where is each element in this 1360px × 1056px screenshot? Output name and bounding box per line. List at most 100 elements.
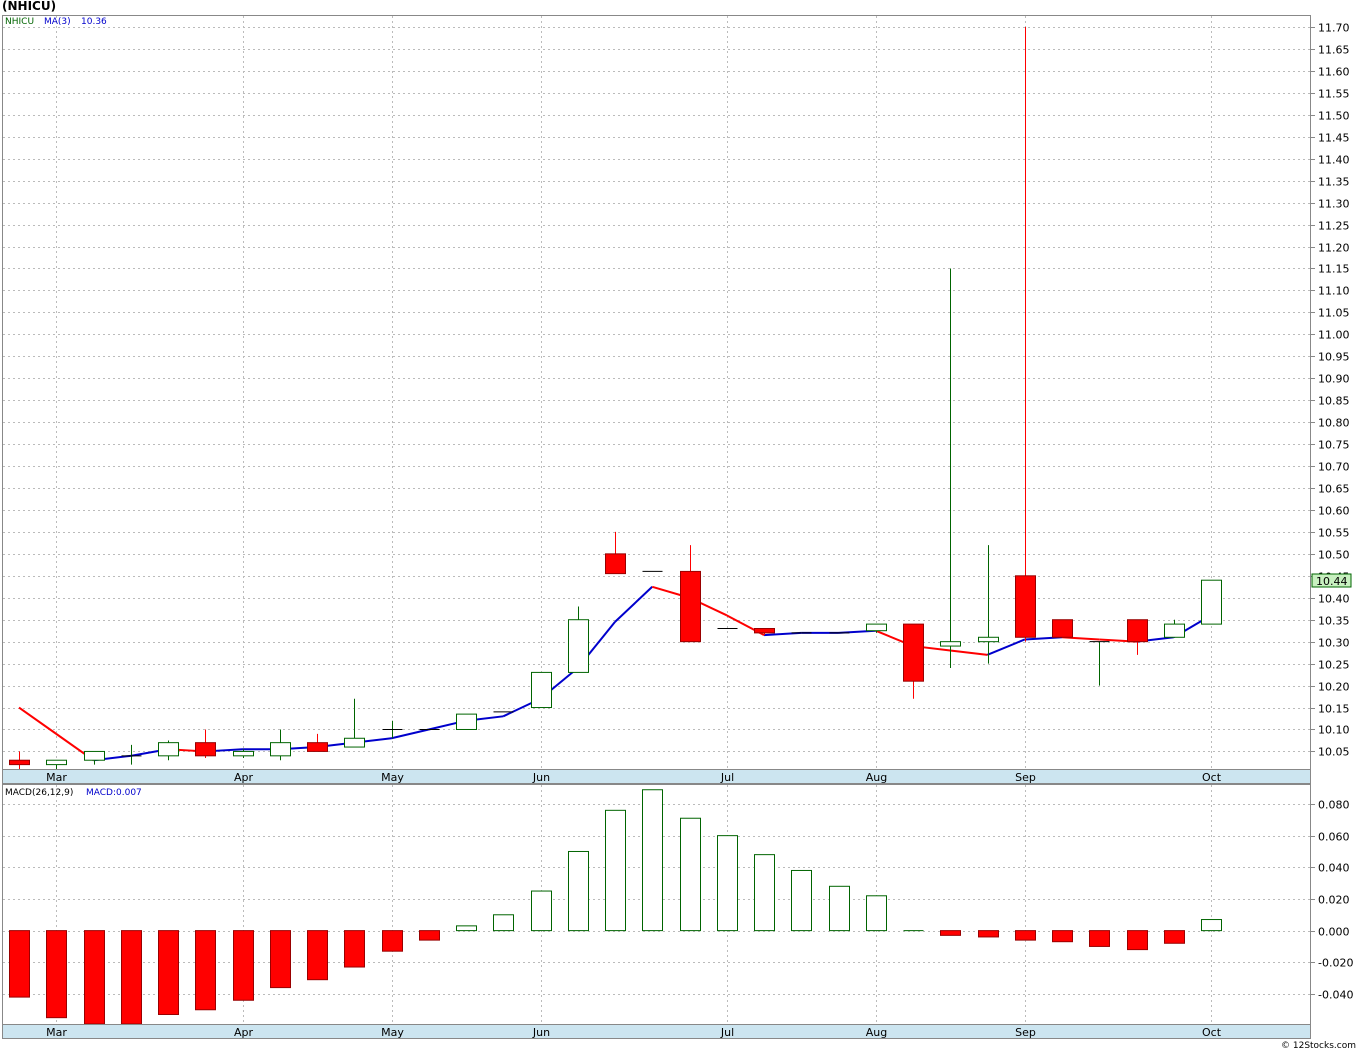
macd-legend-label: MACD(26,12,9) (5, 788, 73, 798)
candle-body (531, 671, 552, 709)
macd-y-tick-label: 0.000 (1318, 926, 1350, 939)
macd-bar-negative (121, 930, 142, 1024)
price-y-tick-label: 10.15 (1318, 703, 1350, 716)
price-y-tick-label: 10.75 (1318, 439, 1350, 452)
up-candle (456, 713, 477, 730)
price-y-tick-label: 11.50 (1318, 110, 1350, 123)
price-y-tick-label: 10.85 (1318, 395, 1350, 408)
macd-bar-negative (158, 930, 179, 1016)
macd-bar-positive (829, 885, 850, 932)
price-y-tick-label: 10.40 (1318, 593, 1350, 606)
price-y-tick-label: 10.55 (1318, 527, 1350, 540)
macd-bar-negative (1089, 930, 1110, 947)
candle-body (195, 742, 216, 757)
macd-bar-negative (270, 930, 291, 989)
candle-body (1127, 619, 1148, 643)
price-y-tick-label: 10.70 (1318, 461, 1350, 474)
price-y-tick-label: 10.35 (1318, 615, 1350, 628)
price-y-tick-label: 11.40 (1318, 154, 1350, 167)
candle-body (233, 750, 254, 757)
macd-y-tick-label: 0.040 (1318, 862, 1350, 875)
price-y-tick-label: 10.95 (1318, 351, 1350, 364)
macd-x-month-label: Sep (1015, 1026, 1036, 1039)
macd-bar-positive (717, 835, 738, 932)
candle-body (978, 636, 999, 643)
macd-y-tick-label: 0.020 (1318, 894, 1350, 907)
macd-x-month-label: Apr (234, 1026, 254, 1039)
price-panel-frame (2, 15, 1311, 770)
price-legend-symbol: NHICU (5, 17, 34, 27)
copyright-text: © 12Stocks.com (1281, 1041, 1356, 1051)
price-y-tick-label: 10.90 (1318, 373, 1350, 386)
macd-bar-negative (419, 930, 440, 941)
price-y-tick-label: 10.05 (1318, 746, 1350, 759)
candle-body (456, 713, 477, 730)
candle-body (866, 623, 887, 632)
price-x-month-label: Mar (46, 771, 67, 784)
price-y-tick-label: 11.35 (1318, 176, 1350, 189)
candle-body (84, 750, 105, 761)
candle-body (568, 619, 589, 673)
price-x-month-label: Jun (532, 771, 550, 784)
up-candle (531, 671, 552, 709)
price-y-tick-label: 10.20 (1318, 681, 1350, 694)
macd-bar-negative (344, 930, 365, 968)
candle-body (680, 570, 701, 643)
macd-bar-positive (754, 854, 775, 932)
macd-bar-negative (1052, 930, 1073, 943)
macd-y-tick-label: -0.040 (1318, 989, 1353, 1002)
candle-body (9, 759, 30, 766)
candle-body (605, 553, 626, 575)
price-legend-ma-value: 10.36 (81, 17, 107, 27)
macd-y-tick-label: 0.060 (1318, 831, 1350, 844)
price-y-tick-label: 10.50 (1318, 549, 1350, 562)
macd-x-month-label: Aug (866, 1026, 887, 1039)
price-y-tick-label: 11.45 (1318, 132, 1350, 145)
macd-x-month-label: Oct (1202, 1026, 1222, 1039)
price-y-axis: 10.05 10.10 10.15 10.20 10.25 10.30 10.35 10.40… (1310, 22, 1350, 759)
macd-bar-positive (680, 817, 701, 932)
price-y-tick-label: 11.10 (1318, 285, 1350, 298)
macd-bar-negative (233, 930, 254, 1001)
macd-y-tick-label: -0.020 (1318, 957, 1353, 970)
macd-bar-negative (307, 930, 328, 981)
macd-bar-positive (605, 809, 626, 932)
price-x-axis-band (2, 769, 1311, 784)
macd-bar-negative (1015, 930, 1036, 941)
macd-bar-positive (568, 850, 589, 932)
candle-body (1201, 579, 1222, 625)
macd-bar-negative (382, 930, 403, 952)
macd-x-axis-band (2, 1024, 1311, 1039)
candle-body (940, 641, 961, 647)
candle-body (1164, 623, 1185, 638)
price-y-tick-label: 11.00 (1318, 329, 1350, 342)
price-y-tick-label: 10.25 (1318, 659, 1350, 672)
macd-bar-positive (866, 895, 887, 932)
macd-x-month-label: Jun (532, 1026, 550, 1039)
candle-body (1015, 575, 1036, 638)
candle-body (270, 742, 291, 757)
price-x-month-label: Oct (1202, 771, 1222, 784)
price-y-tick-label: 11.65 (1318, 44, 1350, 57)
macd-bar-negative (1127, 930, 1148, 951)
price-y-tick-label: 11.70 (1318, 22, 1350, 35)
candle-body (754, 627, 775, 634)
macd-bar-negative (195, 930, 216, 1011)
price-y-tick-label: 10.80 (1318, 417, 1350, 430)
candle-body (1052, 619, 1073, 638)
price-y-tick-label: 10.30 (1318, 637, 1350, 650)
price-y-tick-label: 10.65 (1318, 483, 1350, 496)
macd-bar-negative (84, 930, 105, 1024)
price-x-month-label: Aug (866, 771, 887, 784)
down-candle (1052, 619, 1073, 638)
macd-bar-positive (456, 925, 477, 932)
up-candle (1201, 579, 1222, 625)
macd-bar-negative (46, 930, 67, 1019)
price-y-tick-label: 11.15 (1318, 263, 1350, 276)
macd-y-tick-label: 0.080 (1318, 799, 1350, 812)
price-x-month-label: Apr (234, 771, 254, 784)
macd-x-month-label: May (381, 1026, 404, 1039)
candle-body (307, 742, 328, 752)
price-x-month-label: May (381, 771, 404, 784)
macd-bar-negative (1164, 930, 1185, 944)
